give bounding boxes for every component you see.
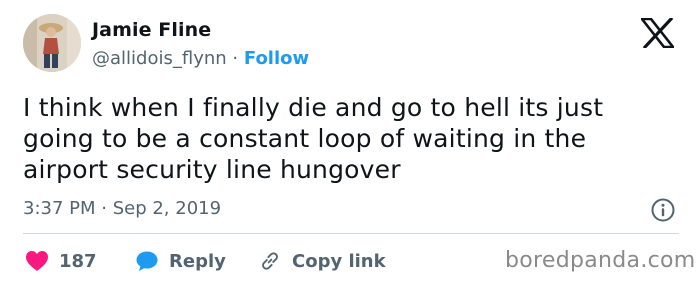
x-logo-icon[interactable] — [641, 18, 674, 48]
divider — [23, 233, 679, 234]
follow-button[interactable]: Follow — [244, 48, 309, 69]
copy-link-label: Copy link — [292, 250, 386, 272]
author-name[interactable]: Jamie Fline — [92, 19, 211, 41]
tweet-text: I think when I finally die and go to hel… — [23, 93, 604, 184]
watermark: boredpanda.com — [505, 248, 696, 273]
author-handle-row: @allidois_flynn · Follow — [92, 48, 309, 69]
handle-separator: · — [232, 48, 239, 69]
tweet-timestamp[interactable]: 3:37 PM · Sep 2, 2019 — [23, 198, 221, 219]
author-handle[interactable]: @allidois_flynn — [92, 48, 227, 69]
speech-bubble-icon — [136, 251, 158, 271]
link-icon — [262, 252, 278, 270]
avatar[interactable] — [23, 14, 81, 72]
avatar-photo — [23, 14, 81, 72]
like-count: 187 — [59, 250, 97, 272]
like-button[interactable]: 187 — [25, 250, 97, 272]
reply-label: Reply — [169, 250, 226, 272]
copy-link-button[interactable]: Copy link — [258, 250, 386, 272]
reply-button[interactable]: Reply — [135, 250, 226, 272]
heart-icon — [26, 251, 48, 271]
info-icon[interactable] — [650, 197, 676, 223]
